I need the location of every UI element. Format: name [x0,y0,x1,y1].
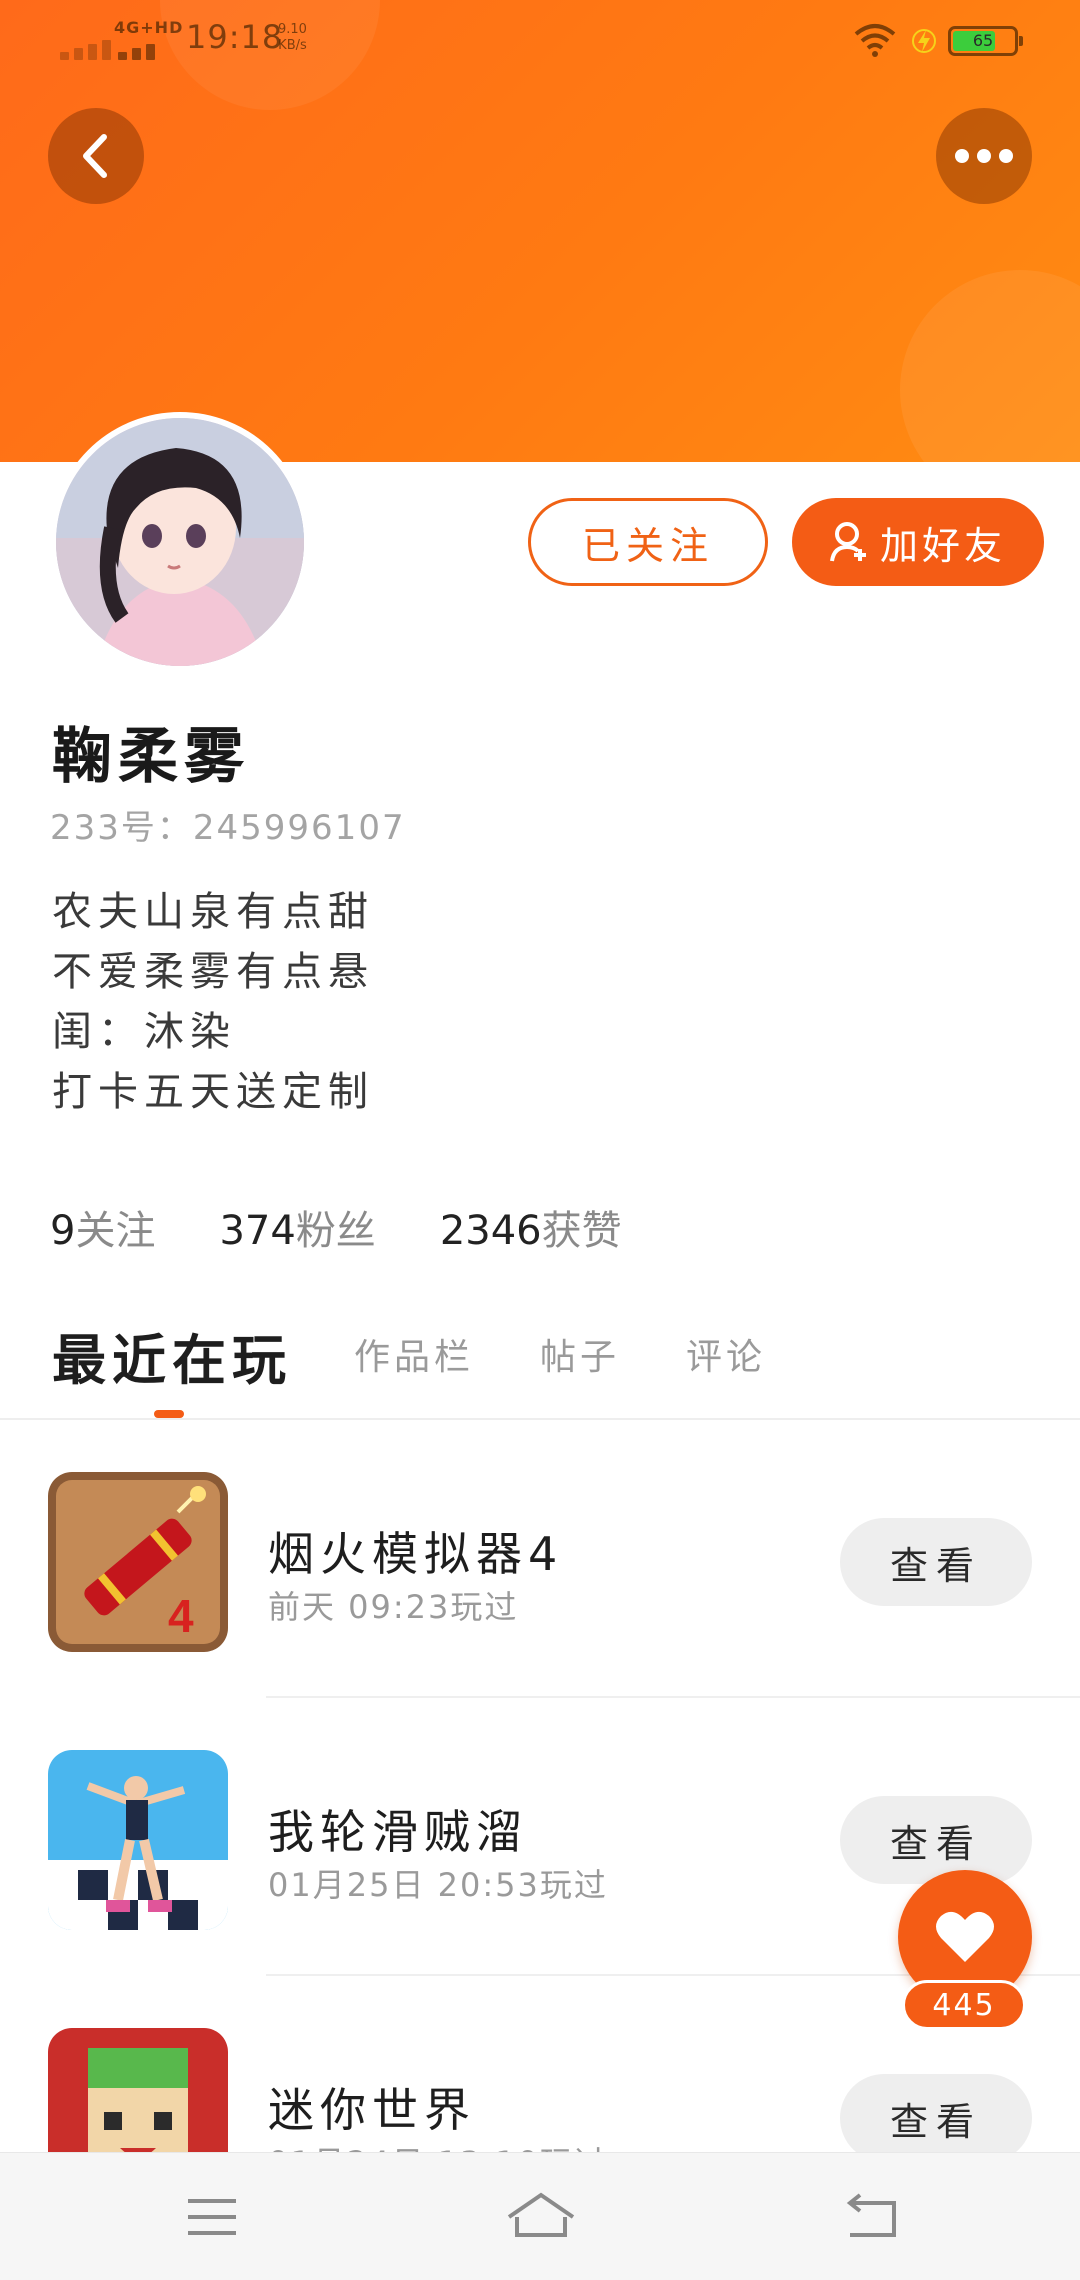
anime-girl-avatar-image [56,418,304,666]
add-user-icon [830,522,866,562]
game-name: 我轮滑贼溜 [268,1805,528,1859]
user-id[interactable]: 233号：245996107 [50,800,406,849]
svg-text:4: 4 [168,1590,194,1642]
bio-line: 打卡五天送定制 [52,1069,374,1115]
game-name: 迷你世界 [268,2083,476,2137]
bio-line: 不爱柔雾有点悬 [52,949,374,995]
battery-icon: 65 [948,26,1023,56]
battery-level: 65 [972,31,994,50]
stat-label: 获赞 [541,1208,622,1254]
signal-icon [60,38,160,60]
back-button[interactable] [48,108,144,204]
system-navigation-bar [0,2152,1080,2280]
add-friend-button[interactable]: 加好友 [792,498,1044,586]
view-game-button[interactable]: 查看 [840,2074,1032,2162]
stat-label: 粉丝 [295,1208,376,1254]
stat-value: 2346 [439,1208,542,1254]
bio-line: 农夫山泉有点甜 [52,889,374,935]
wifi-icon [854,24,896,57]
game-name: 烟火模拟器4 [268,1527,564,1581]
rollerskate-game-icon [48,1750,228,1930]
clock: 19:18 [186,18,284,56]
stat-label: 关注 [75,1208,156,1254]
stat-value: 374 [219,1208,296,1254]
profile-tabs: 最近在玩 作品栏 帖子 评论 [0,1308,1080,1420]
profile-stats: 9关注 374粉丝 2346获赞 [50,1198,622,1256]
tab-works[interactable]: 作品栏 [354,1328,474,1380]
more-options-button[interactable] [936,108,1032,204]
stat-value: 9 [50,1208,76,1254]
active-tab-indicator [154,1410,184,1418]
decor-bubble [900,270,1080,462]
speed-value: 9.10 [278,22,307,37]
charging-icon [912,29,936,53]
avatar[interactable] [50,412,310,672]
speed-unit: KB/s [278,38,307,53]
stat-following[interactable]: 9关注 [50,1198,155,1256]
stat-fans[interactable]: 374粉丝 [219,1198,375,1256]
last-played-time: 前天 09:23玩过 [268,1588,519,1626]
tab-comments[interactable]: 评论 [686,1328,766,1380]
view-game-button[interactable]: 查看 [840,1796,1032,1884]
tab-posts[interactable]: 帖子 [540,1328,620,1380]
home-icon[interactable] [505,2189,577,2245]
user-bio: 农夫山泉有点甜 不爱柔雾有点悬 闺：沐染 打卡五天送定制 [52,882,374,1122]
heart-icon [936,1911,994,1962]
stat-likes[interactable]: 2346获赞 [440,1198,622,1256]
profile-header-banner: 4G+HD 19:18 9.10 KB/s 65 [0,0,1080,462]
last-played-time: 01月25日 20:53玩过 [268,1866,608,1904]
view-game-button[interactable]: 查看 [840,1518,1032,1606]
add-friend-label: 加好友 [879,523,1006,568]
network-speed: 9.10 KB/s [278,22,307,54]
like-count-badge: 445 [902,1980,1026,2030]
more-dots-icon [955,149,1013,163]
firework-game-icon: 4 [48,1472,228,1652]
network-type: 4G+HD [114,18,184,37]
back-nav-icon[interactable] [842,2189,902,2245]
tab-recently-played[interactable]: 最近在玩 [52,1316,292,1395]
menu-icon[interactable] [182,2189,242,2245]
game-list-item[interactable]: 4 烟火模拟器4 前天 09:23玩过 查看 [0,1420,1080,1698]
status-bar: 4G+HD 19:18 9.10 KB/s 65 [0,0,1080,80]
following-button[interactable]: 已关注 [528,498,768,586]
chevron-left-icon [83,134,107,178]
bio-line: 闺：沐染 [52,1009,236,1055]
username: 鞠柔雾 [52,722,250,792]
